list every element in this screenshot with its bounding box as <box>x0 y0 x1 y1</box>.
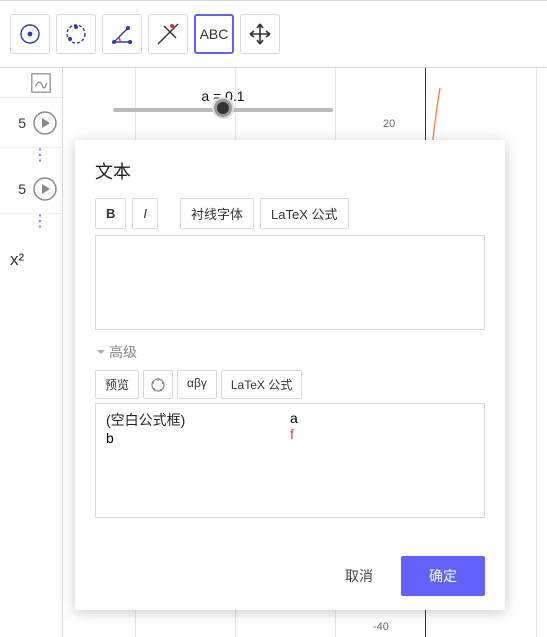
play-icon[interactable] <box>32 176 58 202</box>
dialog-footer: 取消 确定 <box>95 546 485 596</box>
format-row: B I 衬线字体 LaTeX 公式 <box>95 198 485 229</box>
preview-item[interactable]: f <box>290 426 474 442</box>
slider-a[interactable]: a = 0.1 <box>98 88 348 112</box>
bold-button[interactable]: B <box>95 198 126 229</box>
advanced-toggle[interactable]: 高级 <box>95 342 485 362</box>
object-picker-button[interactable] <box>143 370 173 399</box>
expression-row[interactable]: x² <box>0 230 62 270</box>
more-icon[interactable]: ⋮ <box>0 214 62 230</box>
move-tool[interactable] <box>240 14 280 54</box>
object-value: 5 <box>18 115 26 131</box>
cancel-button[interactable]: 取消 <box>331 556 387 596</box>
preview-box: (空白公式框) b a f <box>95 403 485 518</box>
chevron-down-icon <box>95 346 107 358</box>
axis-tick: -40 <box>373 621 389 633</box>
object-value: 5 <box>18 181 26 197</box>
ok-button[interactable]: 确定 <box>401 556 485 596</box>
slider-track[interactable] <box>113 108 333 112</box>
preview-item[interactable]: (空白公式框) <box>106 410 290 430</box>
point-tool[interactable] <box>10 14 50 54</box>
text-dialog: 文本 B I 衬线字体 LaTeX 公式 高级 预览 αβγ LaTeX 公式 … <box>75 140 505 610</box>
object-row[interactable]: 5 <box>0 98 62 148</box>
geogebra-icon <box>150 377 166 393</box>
object-row[interactable]: 5 <box>0 164 62 214</box>
latex-button[interactable]: LaTeX 公式 <box>260 198 348 229</box>
preview-item[interactable]: b <box>106 430 290 446</box>
advanced-label: 高级 <box>109 342 137 362</box>
algebra-panel: 5 ⋮ 5 ⋮ x² <box>0 68 63 637</box>
angle-tool[interactable] <box>102 14 142 54</box>
axis-tick: 20 <box>383 118 395 130</box>
perp-tool[interactable] <box>148 14 188 54</box>
text-tool[interactable]: ABC <box>194 14 234 54</box>
circle-point-tool[interactable] <box>56 14 96 54</box>
algebra-icon <box>30 72 52 94</box>
italic-button[interactable]: I <box>132 198 158 229</box>
slider-thumb[interactable] <box>214 99 232 117</box>
text-input[interactable] <box>95 235 485 330</box>
symbols-tab[interactable]: αβγ <box>177 370 217 399</box>
advanced-tabs: 预览 αβγ LaTeX 公式 <box>95 370 485 399</box>
play-icon[interactable] <box>32 110 58 136</box>
latex-tab[interactable]: LaTeX 公式 <box>221 370 302 399</box>
text-tool-label: ABC <box>200 26 229 42</box>
serif-font-button[interactable]: 衬线字体 <box>180 198 254 229</box>
more-icon[interactable]: ⋮ <box>0 148 62 164</box>
algebra-panel-header[interactable] <box>0 68 62 98</box>
preview-item[interactable]: a <box>290 410 474 426</box>
tool-toolbar: ABC <box>0 0 547 68</box>
preview-tab[interactable]: 预览 <box>95 370 139 399</box>
dialog-title: 文本 <box>95 158 485 184</box>
